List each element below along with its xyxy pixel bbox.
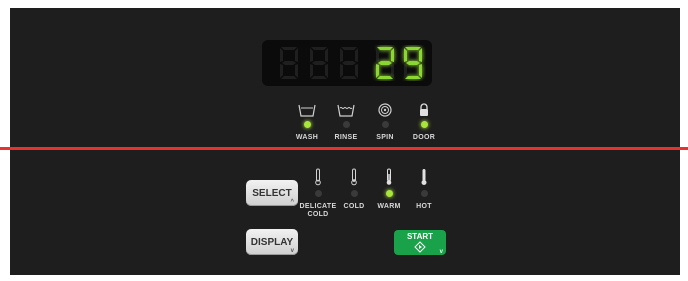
digit-segment [340, 64, 343, 78]
select-button[interactable]: SELECT ^ [246, 180, 298, 206]
thermometer-icon [351, 168, 357, 186]
spin-led [381, 121, 389, 128]
temp-warm[interactable]: WARM [369, 168, 409, 211]
digit-segment [311, 47, 327, 50]
digit-segment [281, 47, 297, 50]
display-button[interactable]: DISPLAY v [246, 229, 298, 255]
temp-cold[interactable]: COLD [334, 168, 374, 211]
digit-segment [419, 48, 422, 62]
display-digit [340, 47, 358, 79]
status-label-spin: SPIN [376, 134, 394, 141]
digit-segment [378, 61, 392, 65]
warm-led [385, 190, 393, 197]
digit-segment [406, 61, 420, 65]
rinse-led [342, 121, 350, 128]
digit-segment [355, 48, 358, 62]
status-rinse: RINSE [326, 102, 366, 142]
caret-up-icon: ^ [290, 199, 294, 205]
digit-segment [391, 48, 394, 62]
caret-down-icon: v [439, 249, 443, 255]
digit-segment [280, 64, 283, 78]
digit-segment [376, 48, 379, 62]
digit-segment [280, 48, 283, 62]
digit-segment [341, 47, 357, 50]
digit-segment [310, 48, 313, 62]
start-button-label: START [406, 232, 434, 241]
temp-label-cold: COLD [343, 203, 365, 210]
display-digit [280, 47, 298, 79]
delicate-cold-led [314, 190, 322, 197]
digit-segment [325, 64, 328, 78]
digit-segment [282, 61, 296, 65]
status-spin: SPIN [365, 102, 405, 142]
temp-label-warm: WARM [377, 203, 401, 210]
thermometer-icon [315, 168, 321, 186]
digit-segment [404, 64, 407, 78]
start-button[interactable]: START v [394, 230, 446, 255]
seven-segment-display [262, 40, 432, 86]
hot-led [420, 190, 428, 197]
digit-segment [312, 61, 326, 65]
digit-segment [340, 48, 343, 62]
select-button-label: SELECT [252, 187, 292, 199]
digit-segment [295, 48, 298, 62]
digit-segment [405, 47, 421, 50]
digit-segment [281, 76, 297, 79]
start-diamond-icon [414, 241, 426, 253]
digit-segment [404, 48, 407, 62]
status-label-wash: WASH [295, 134, 319, 141]
digit-segment [295, 64, 298, 78]
temp-label-delicate-cold: DELICATE COLD [299, 203, 337, 218]
digit-segment [311, 76, 327, 79]
digit-segment [405, 76, 421, 79]
thermometer-icon [421, 169, 427, 185]
lock-icon [420, 103, 428, 116]
digit-segment [355, 64, 358, 78]
digit-segment [419, 64, 422, 78]
digit-segment [377, 47, 393, 50]
spin-icon [378, 103, 392, 117]
status-door: DOOR [404, 102, 444, 142]
display-digit [376, 47, 394, 79]
digit-segment [376, 64, 379, 78]
status-label-rinse: RINSE [334, 134, 358, 141]
display-digit [404, 47, 422, 79]
digit-segment [342, 61, 356, 65]
wash-led [303, 121, 311, 128]
temp-hot[interactable]: HOT [404, 168, 444, 211]
digit-segment [325, 48, 328, 62]
wash-tub-icon [298, 104, 316, 117]
display-digit [310, 47, 328, 79]
digit-segment [341, 76, 357, 79]
red-divider-line [0, 147, 688, 150]
digit-segment [310, 64, 313, 78]
temp-delicate-cold[interactable]: DELICATE COLD [298, 168, 338, 219]
digit-segment [377, 76, 393, 79]
temp-label-hot: HOT [416, 203, 432, 210]
status-label-door: DOOR [412, 134, 436, 141]
status-wash: WASH [287, 102, 327, 142]
thermometer-icon [386, 168, 392, 185]
digit-segment [391, 64, 394, 78]
door-led [420, 121, 428, 128]
display-button-label: DISPLAY [250, 236, 294, 248]
cold-led [350, 190, 358, 197]
caret-down-icon: v [290, 248, 294, 254]
rinse-tub-icon [337, 104, 355, 117]
